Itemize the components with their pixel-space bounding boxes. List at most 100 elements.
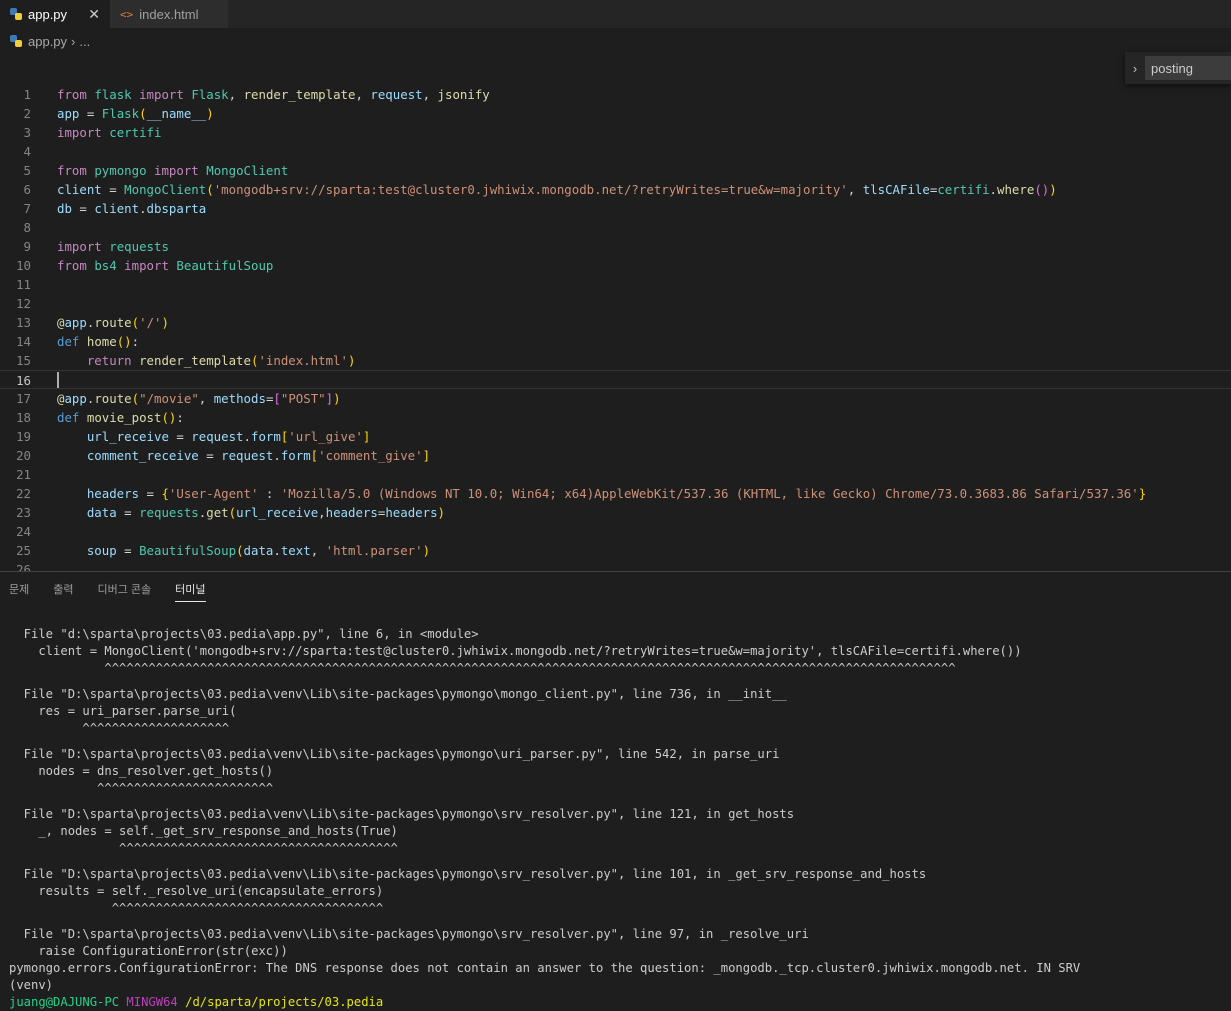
code-text: url_receive = request.form['url_give'] bbox=[86, 429, 371, 444]
line-number: 26 bbox=[16, 562, 31, 571]
code-text: from bs4 import BeautifulSoup bbox=[57, 258, 274, 273]
terminal-line: ^^^^^^^^^^^^^^^^^^^^^^^^^^^^^^^^^^^^^ bbox=[9, 901, 384, 915]
code-line[interactable]: 16 bbox=[0, 370, 1231, 389]
code-line[interactable]: 22 headers = {'User-Agent' : 'Mozilla/5.… bbox=[0, 484, 1231, 503]
panel-tab[interactable]: 디버그 콘솔 bbox=[98, 575, 152, 601]
code-text: headers = {'User-Agent' : 'Mozilla/5.0 (… bbox=[86, 486, 1147, 501]
code-line[interactable]: 5 from pymongo import MongoClient bbox=[0, 161, 1231, 180]
code-line[interactable]: 17 @app.route("/movie", methods=["POST"]) bbox=[0, 389, 1231, 408]
code-line[interactable]: 9 import requests bbox=[0, 237, 1231, 256]
code-line[interactable]: 14 def home(): bbox=[0, 332, 1231, 351]
code-line[interactable]: 24 bbox=[0, 522, 1231, 541]
code-text: soup = BeautifulSoup(data.text, 'html.pa… bbox=[86, 543, 431, 558]
breadcrumb-symbols[interactable]: ... bbox=[79, 34, 90, 49]
code-text: comment_receive = request.form['comment_… bbox=[86, 448, 431, 463]
code-line[interactable]: 12 bbox=[0, 294, 1231, 313]
code-line[interactable]: 6 client = MongoClient('mongodb+srv://spa… bbox=[0, 180, 1231, 199]
line-number: 25 bbox=[16, 543, 31, 558]
line-number: 14 bbox=[16, 334, 31, 349]
panel-tab[interactable]: 출력 bbox=[53, 575, 73, 601]
toggle-replace-chevron-icon[interactable]: › bbox=[1125, 61, 1145, 76]
code-line[interactable]: 8 bbox=[0, 218, 1231, 237]
bottom-panel: 문제 출력 디버그 콘솔 터미널 File "d:\sparta\projects\0… bbox=[0, 571, 1231, 1009]
breadcrumb-file[interactable]: app.py bbox=[28, 34, 67, 49]
html-icon: <> bbox=[120, 7, 134, 21]
code-line[interactable]: 26 bbox=[0, 560, 1231, 571]
line-number: 18 bbox=[16, 410, 31, 425]
code-line[interactable]: 18 def movie_post(): bbox=[0, 408, 1231, 427]
terminal-line: ^^^^^^^^^^^^^^^^^^^^^^^^^^^^^^^^^^^^^^^^… bbox=[9, 661, 956, 675]
terminal-line: File "d:\sparta\projects\03.pedia\app.py… bbox=[9, 627, 479, 641]
tab-index-html[interactable]: <> index.html bbox=[110, 0, 228, 28]
code-text: db = client.dbsparta bbox=[57, 201, 207, 216]
code-text: def home(): bbox=[57, 334, 140, 349]
line-number: 15 bbox=[16, 353, 31, 368]
code-text: return render_template('index.html') bbox=[86, 353, 356, 368]
terminal-output[interactable]: File "d:\sparta\projects\03.pedia\app.py… bbox=[9, 626, 1080, 1011]
line-number: 6 bbox=[23, 182, 31, 197]
line-number: 12 bbox=[16, 296, 31, 311]
code-line[interactable]: 10 from bs4 import BeautifulSoup bbox=[0, 256, 1231, 275]
line-number: 9 bbox=[23, 239, 31, 254]
code-line[interactable]: 2 app = Flask(__name__) bbox=[0, 104, 1231, 123]
code-line[interactable]: 1 from flask import Flask, render_templat… bbox=[0, 85, 1231, 104]
tab-label: app.py bbox=[28, 6, 68, 22]
close-icon[interactable]: ✕ bbox=[88, 6, 100, 23]
code-line[interactable]: 15 return render_template('index.html') bbox=[0, 351, 1231, 370]
line-number: 1 bbox=[23, 87, 31, 102]
editor-tab-bar: app.py ✕ <> index.html bbox=[0, 0, 1231, 28]
code-line[interactable]: 11 bbox=[0, 275, 1231, 294]
code-line[interactable]: 25 soup = BeautifulSoup(data.text, 'html… bbox=[0, 541, 1231, 560]
code-text: app = Flask(__name__) bbox=[57, 106, 214, 121]
tab-label: index.html bbox=[139, 6, 199, 22]
code-editor[interactable]: 1 from flask import Flask, render_templat… bbox=[0, 85, 1231, 571]
line-number: 7 bbox=[23, 201, 31, 216]
find-widget: › posting bbox=[1125, 52, 1231, 84]
code-text: data = requests.get(url_receive,headers=… bbox=[86, 505, 445, 520]
terminal-line: _, nodes = self._get_srv_response_and_ho… bbox=[9, 824, 398, 838]
line-number: 5 bbox=[23, 163, 31, 178]
tab-app-py[interactable]: app.py ✕ bbox=[0, 0, 110, 28]
code-line[interactable]: 7 db = client.dbsparta bbox=[0, 199, 1231, 218]
terminal-line: (venv) bbox=[9, 978, 54, 992]
terminal-line: raise ConfigurationError(str(exc)) bbox=[9, 944, 288, 958]
text-cursor bbox=[57, 372, 59, 388]
panel-tab[interactable]: 터미널 bbox=[175, 575, 206, 602]
code-text: import certifi bbox=[57, 125, 162, 140]
breadcrumb: app.py › ... bbox=[0, 30, 90, 52]
code-text: from flask import Flask, render_template… bbox=[57, 87, 490, 102]
line-number: 17 bbox=[16, 391, 31, 406]
code-text: client = MongoClient('mongodb+srv://spar… bbox=[57, 182, 1057, 197]
line-number: 22 bbox=[16, 486, 31, 501]
terminal-line: ^^^^^^^^^^^^^^^^^^^^^^^^^^^^^^^^^^^^^^ bbox=[9, 841, 398, 855]
code-text: @app.route('/') bbox=[57, 315, 169, 330]
chevron-right-icon: › bbox=[71, 33, 76, 49]
python-icon bbox=[10, 8, 22, 20]
code-line[interactable]: 3 import certifi bbox=[0, 123, 1231, 142]
line-number: 13 bbox=[16, 315, 31, 330]
code-line[interactable]: 20 comment_receive = request.form['comme… bbox=[0, 446, 1231, 465]
code-line[interactable]: 4 bbox=[0, 142, 1231, 161]
line-number: 21 bbox=[16, 467, 31, 482]
terminal-line: pymongo.errors.ConfigurationError: The D… bbox=[9, 961, 1081, 975]
terminal-line: File "D:\sparta\projects\03.pedia\venv\L… bbox=[9, 867, 927, 881]
terminal-line: res = uri_parser.parse_uri( bbox=[9, 704, 237, 718]
line-number: 2 bbox=[23, 106, 31, 121]
line-number: 3 bbox=[23, 125, 31, 140]
line-number: 11 bbox=[16, 277, 31, 292]
line-number: 23 bbox=[16, 505, 31, 520]
panel-tab[interactable]: 문제 bbox=[9, 575, 29, 601]
find-input[interactable]: posting bbox=[1145, 56, 1231, 80]
code-line[interactable]: 23 data = requests.get(url_receive,heade… bbox=[0, 503, 1231, 522]
line-number: 16 bbox=[16, 373, 31, 388]
code-line[interactable]: 13 @app.route('/') bbox=[0, 313, 1231, 332]
code-line[interactable]: 21 bbox=[0, 465, 1231, 484]
code-text: from pymongo import MongoClient bbox=[57, 163, 289, 178]
terminal-line: client = MongoClient('mongodb+srv://spar… bbox=[9, 644, 1022, 658]
code-line[interactable]: 19 url_receive = request.form['url_give'… bbox=[0, 427, 1231, 446]
